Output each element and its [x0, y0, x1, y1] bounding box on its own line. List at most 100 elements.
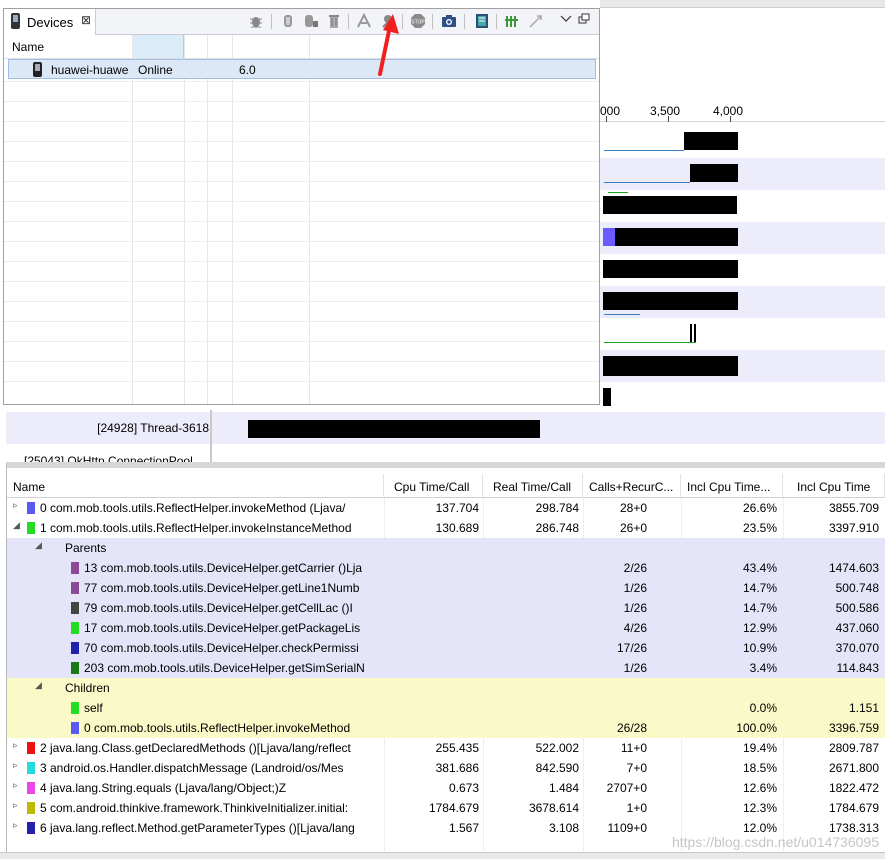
method-row[interactable]: ◢ 1 com.mob.tools.utils.ReflectHelper.inv… — [7, 518, 885, 538]
real-time-per-call: 842.590 — [535, 761, 579, 775]
reset-adb-icon[interactable] — [504, 13, 520, 29]
trace-row[interactable] — [600, 318, 885, 350]
restore-icon[interactable] — [576, 11, 592, 27]
expand-twisty-icon[interactable]: ▹ — [13, 780, 18, 791]
method-color-swatch — [27, 502, 35, 514]
devices-tab[interactable]: Devices ⊠ — [4, 9, 96, 35]
method-name: 79 com.mob.tools.utils.DeviceHelper.getC… — [84, 601, 353, 615]
incl-cpu-percent: 23.5% — [742, 521, 777, 535]
column-header-incl-cpu-time[interactable]: Incl Cpu Time — [783, 474, 885, 498]
method-color-swatch — [71, 562, 79, 574]
calls-recur: 17/26 — [616, 641, 647, 655]
incl-cpu-time: 1822.472 — [828, 781, 879, 795]
timeline-splitter[interactable] — [210, 410, 212, 462]
children-group-row[interactable]: ◢ Children — [7, 678, 885, 698]
trace-row[interactable] — [600, 190, 885, 222]
systrace-icon[interactable] — [474, 13, 490, 29]
method-name: 2 java.lang.Class.getDeclaredMethods ()[… — [40, 741, 351, 755]
trace-row[interactable] — [600, 254, 885, 286]
parent-row[interactable]: 70 com.mob.tools.utils.DeviceHelper.chec… — [7, 638, 885, 658]
calls-recur: 1/26 — [623, 661, 647, 675]
cause-gc-icon[interactable] — [326, 13, 342, 29]
real-time-per-call: 286.748 — [535, 521, 579, 535]
method-name: 0 com.mob.tools.utils.ReflectHelper.invo… — [40, 501, 346, 515]
method-name: 6 java.lang.reflect.Method.getParameterT… — [40, 821, 355, 835]
incl-cpu-time: 3397.910 — [828, 521, 879, 535]
method-name: Parents — [65, 541, 107, 555]
parents-group-row[interactable]: ◢ Parents — [7, 538, 885, 558]
column-header-name[interactable]: Name — [7, 474, 384, 498]
dump-view-hierarchy-icon[interactable] — [528, 13, 544, 29]
profile-rows: ▹ 0 com.mob.tools.utils.ReflectHelper.inv… — [7, 498, 885, 838]
cpu-time-per-call: 381.686 — [435, 761, 479, 775]
update-threads-icon[interactable] — [356, 13, 372, 29]
dropdown-menu-icon[interactable] — [558, 11, 574, 27]
method-row[interactable]: ▹ 3 android.os.Handler.dispatchMessage (L… — [7, 758, 885, 778]
column-header-calls-recur[interactable]: Calls+RecurC... — [583, 474, 681, 498]
expand-twisty-icon[interactable]: ▹ — [13, 500, 18, 511]
method-row[interactable]: ▹ 5 com.android.thinkive.framework.Thinki… — [7, 798, 885, 818]
method-row[interactable]: ▹ 4 java.lang.String.equals (Ljava/lang/O… — [7, 778, 885, 798]
method-color-swatch — [27, 522, 35, 534]
method-color-swatch — [71, 602, 79, 614]
expand-twisty-icon[interactable]: ▹ — [13, 740, 18, 751]
expand-twisty-icon[interactable]: ▹ — [13, 820, 18, 831]
trace-row[interactable] — [600, 222, 885, 254]
thread-row[interactable]: [24928] Thread-3618 — [6, 412, 885, 444]
calls-recur: 1/26 — [623, 601, 647, 615]
device-name: huawei-huawe — [51, 63, 129, 77]
tick-mark — [606, 116, 607, 122]
method-name: self — [84, 701, 103, 715]
expand-twisty-icon[interactable]: ◢ — [13, 520, 20, 531]
devices-view: Devices ⊠ STOP Name huawei-huawe Online … — [3, 8, 600, 405]
column-header-incl-cpu-percent[interactable]: Incl Cpu Time... — [681, 474, 783, 498]
screen-capture-icon[interactable] — [441, 13, 457, 29]
parent-row[interactable]: 203 com.mob.tools.utils.DeviceHelper.get… — [7, 658, 885, 678]
close-icon[interactable]: ⊠ — [81, 13, 91, 27]
debug-process-icon[interactable] — [248, 13, 264, 29]
bottom-scrollbar[interactable] — [0, 852, 885, 859]
svg-text:STOP: STOP — [411, 20, 425, 26]
method-name: 70 com.mob.tools.utils.DeviceHelper.chec… — [84, 641, 359, 655]
real-time-per-call: 3678.614 — [528, 801, 579, 815]
real-time-per-call: 1.484 — [548, 781, 579, 795]
incl-cpu-percent: 100.0% — [736, 721, 777, 735]
toolbar-separator — [402, 14, 403, 29]
stop-process-icon[interactable]: STOP — [410, 13, 426, 29]
incl-cpu-time: 3396.759 — [828, 721, 879, 735]
column-header-cpu-time-per-call[interactable]: Cpu Time/Call — [384, 474, 483, 498]
incl-cpu-time: 1474.603 — [828, 561, 879, 575]
trace-row[interactable] — [600, 286, 885, 318]
incl-cpu-percent: 14.7% — [742, 601, 777, 615]
column-header-selected[interactable] — [132, 35, 184, 58]
incl-cpu-percent: 43.4% — [742, 561, 777, 575]
column-header-real-time-per-call[interactable]: Real Time/Call — [483, 474, 583, 498]
trace-row[interactable] — [600, 126, 885, 158]
trace-row[interactable] — [600, 350, 885, 382]
expand-twisty-icon[interactable]: ▹ — [13, 760, 18, 771]
incl-cpu-time: 3855.709 — [828, 501, 879, 515]
device-row[interactable]: huawei-huawe Online 6.0 — [8, 59, 596, 79]
method-row[interactable]: ▹ 0 com.mob.tools.utils.ReflectHelper.inv… — [7, 498, 885, 518]
expand-twisty-icon[interactable]: ◢ — [35, 680, 42, 691]
incl-cpu-time: 500.748 — [835, 581, 879, 595]
parent-row[interactable]: 77 com.mob.tools.utils.DeviceHelper.getL… — [7, 578, 885, 598]
update-heap-icon[interactable] — [280, 13, 296, 29]
trace-row[interactable] — [600, 382, 885, 410]
method-color-swatch — [71, 582, 79, 594]
trace-row[interactable] — [600, 158, 885, 190]
child-row[interactable]: self 0.0% 1.151 — [7, 698, 885, 718]
column-header-name[interactable]: Name — [12, 40, 44, 54]
expand-twisty-icon[interactable]: ◢ — [35, 540, 42, 551]
expand-twisty-icon[interactable]: ▹ — [13, 800, 18, 811]
method-row[interactable]: ▹ 2 java.lang.Class.getDeclaredMethods ()… — [7, 738, 885, 758]
parent-row[interactable]: 13 com.mob.tools.utils.DeviceHelper.getC… — [7, 558, 885, 578]
calls-recur: 1/26 — [623, 581, 647, 595]
calls-recur: 2707+0 — [606, 781, 647, 795]
parent-row[interactable]: 17 com.mob.tools.utils.DeviceHelper.getP… — [7, 618, 885, 638]
method-name: 13 com.mob.tools.utils.DeviceHelper.getC… — [84, 561, 363, 575]
dump-hprof-icon[interactable] — [303, 13, 319, 29]
method-color-swatch — [27, 782, 35, 794]
child-row[interactable]: 0 com.mob.tools.utils.ReflectHelper.invo… — [7, 718, 885, 738]
parent-row[interactable]: 79 com.mob.tools.utils.DeviceHelper.getC… — [7, 598, 885, 618]
